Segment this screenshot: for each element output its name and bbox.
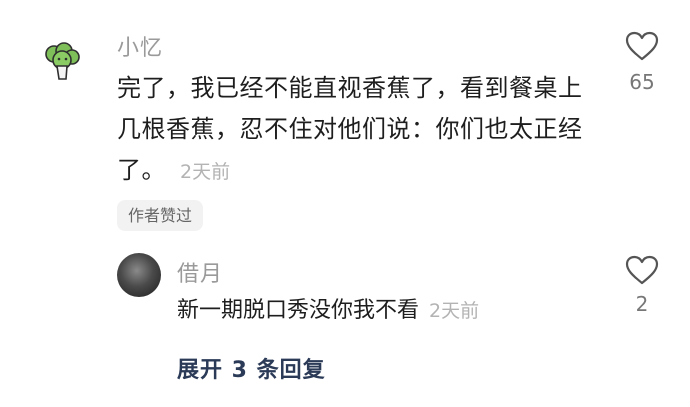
like-button[interactable]: [624, 30, 660, 62]
reply-like-count: 2: [635, 292, 649, 316]
comment-thread: 小忆 完了，我已经不能直视香蕉了，看到餐桌上几根香蕉，忍不住对他们说：你们也太正…: [0, 0, 690, 407]
heart-icon: [625, 31, 659, 61]
expand-replies-button[interactable]: 展开 3 条回复: [177, 352, 326, 384]
reply-timestamp: 2天前: [429, 300, 480, 322]
reply-text: 新一期脱口秀没你我不看: [177, 298, 420, 323]
author-liked-badge: 作者赞过: [117, 200, 204, 231]
replier-username[interactable]: 借月: [177, 256, 223, 288]
like-count: 65: [629, 70, 655, 94]
commenter-avatar[interactable]: [42, 42, 82, 82]
comment-body: 完了，我已经不能直视香蕉了，看到餐桌上几根香蕉，忍不住对他们说：你们也太正经了。…: [117, 68, 603, 193]
reply-body: 新一期脱口秀没你我不看 2天前: [177, 293, 479, 329]
heart-icon: [625, 255, 659, 285]
comment-timestamp: 2天前: [180, 161, 231, 183]
replier-avatar[interactable]: [117, 253, 161, 297]
reply-like-button[interactable]: [624, 254, 660, 286]
commenter-username[interactable]: 小忆: [117, 30, 163, 62]
broccoli-icon: [45, 42, 80, 80]
